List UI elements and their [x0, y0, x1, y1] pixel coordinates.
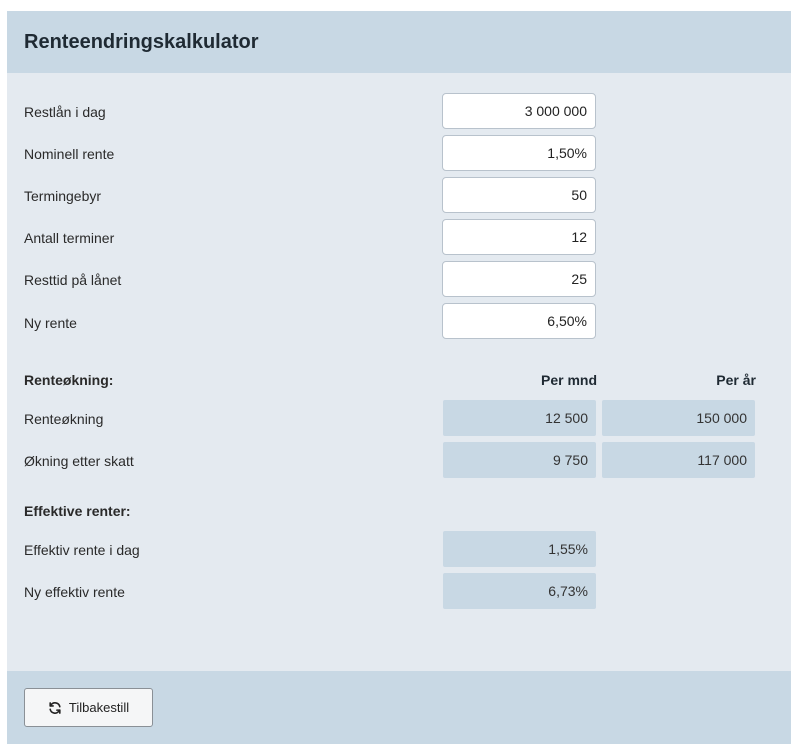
- label-resttid: Resttid på lånet: [24, 272, 122, 288]
- calculator-card: Renteendringskalkulator Restlån i dag No…: [7, 11, 791, 744]
- okning-etter-skatt-per-mnd-output: 9 750: [443, 442, 596, 478]
- ny-effektiv-rente-output: 6,73%: [443, 573, 596, 609]
- col-header-per-mnd: Per mnd: [540, 372, 597, 388]
- termingebyr-input[interactable]: [442, 177, 596, 213]
- footer: Tilbakestill: [7, 671, 791, 744]
- renteokning-per-ar-output: 150 000: [602, 400, 755, 436]
- label-ny-effektiv-rente: Ny effektiv rente: [24, 584, 125, 600]
- section-heading-renteokning: Renteøkning:: [24, 372, 114, 388]
- label-renteokning: Renteøkning: [24, 411, 104, 427]
- label-ny-rente: Ny rente: [24, 315, 77, 331]
- ny-rente-input[interactable]: [442, 303, 596, 339]
- antall-terminer-input[interactable]: [442, 219, 596, 255]
- resttid-input[interactable]: [442, 261, 596, 297]
- label-nominell-rente: Nominell rente: [24, 146, 115, 162]
- col-header-per-ar: Per år: [716, 372, 756, 388]
- section-heading-effektive-renter: Effektive renter:: [24, 503, 131, 519]
- header: Renteendringskalkulator: [7, 11, 791, 73]
- okning-etter-skatt-per-ar-output: 117 000: [602, 442, 755, 478]
- label-effektiv-rente-i-dag: Effektiv rente i dag: [24, 542, 140, 558]
- nominell-rente-input[interactable]: [442, 135, 596, 171]
- label-restlan: Restlån i dag: [24, 104, 106, 120]
- label-termingebyr: Termingebyr: [24, 188, 102, 204]
- page-title: Renteendringskalkulator: [24, 31, 259, 53]
- restlan-input[interactable]: [442, 93, 596, 129]
- refresh-icon: [48, 701, 62, 715]
- renteokning-per-mnd-output: 12 500: [443, 400, 596, 436]
- label-okning-etter-skatt: Økning etter skatt: [24, 453, 134, 469]
- label-antall-terminer: Antall terminer: [24, 230, 115, 246]
- reset-button[interactable]: Tilbakestill: [24, 688, 153, 727]
- reset-button-label: Tilbakestill: [68, 700, 130, 715]
- effektiv-rente-i-dag-output: 1,55%: [443, 531, 596, 567]
